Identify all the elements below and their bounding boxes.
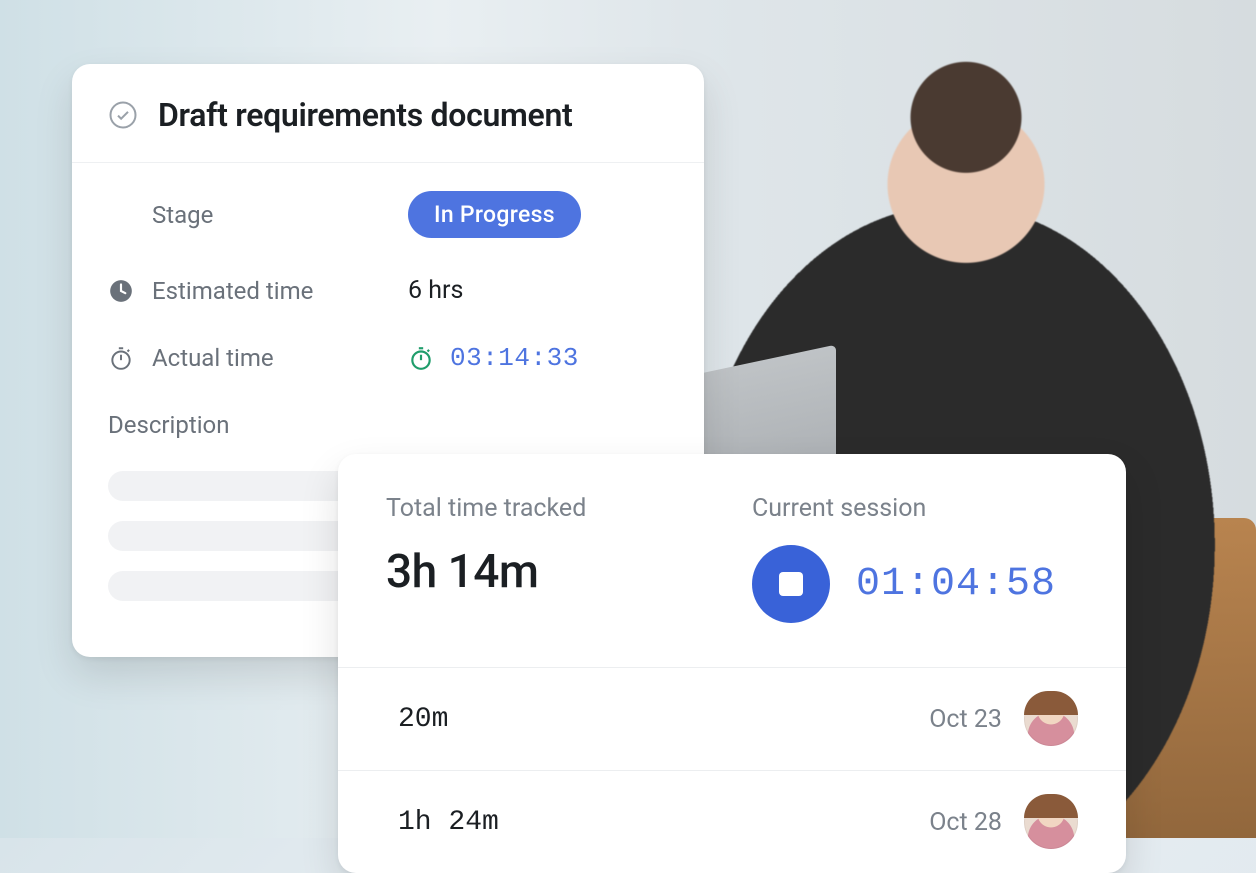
time-log-row[interactable]: 1h 24m Oct 28 — [338, 770, 1126, 873]
time-log-row[interactable]: 20m Oct 23 — [338, 667, 1126, 770]
stage-row: Stage In Progress — [108, 191, 668, 238]
log-date: Oct 28 — [929, 808, 1002, 837]
timer-running-icon — [408, 345, 434, 371]
description-label: Description — [108, 411, 668, 439]
time-tracker-card: Total time tracked 3h 14m Current sessio… — [338, 454, 1126, 873]
stage-label: Stage — [152, 201, 213, 229]
stopwatch-icon — [108, 345, 134, 371]
current-session-block: Current session 01:04:58 — [752, 494, 1078, 623]
user-avatar[interactable] — [1024, 692, 1078, 746]
total-time-block: Total time tracked 3h 14m — [386, 494, 712, 623]
current-session-label: Current session — [752, 494, 1078, 523]
estimated-time-row: Estimated time 6 hrs — [108, 276, 668, 305]
log-duration: 20m — [398, 704, 448, 735]
task-title: Draft requirements document — [158, 96, 572, 134]
actual-time-value: 03:14:33 — [450, 343, 579, 373]
estimated-time-value: 6 hrs — [408, 276, 463, 305]
current-session-value: 01:04:58 — [856, 562, 1056, 607]
log-duration: 1h 24m — [398, 807, 499, 838]
stop-timer-button[interactable] — [752, 545, 830, 623]
user-avatar[interactable] — [1024, 795, 1078, 849]
actual-time-label: Actual time — [152, 344, 274, 372]
stage-badge[interactable]: In Progress — [408, 191, 581, 238]
stop-icon — [779, 572, 803, 596]
actual-time-row: Actual time 03:14:33 — [108, 343, 668, 373]
log-date: Oct 23 — [929, 705, 1002, 734]
total-time-value: 3h 14m — [386, 545, 712, 599]
total-time-label: Total time tracked — [386, 494, 712, 523]
clock-icon — [108, 278, 134, 304]
complete-circle-icon[interactable] — [108, 100, 138, 130]
task-header: Draft requirements document — [72, 64, 704, 163]
estimated-time-label: Estimated time — [152, 277, 313, 305]
